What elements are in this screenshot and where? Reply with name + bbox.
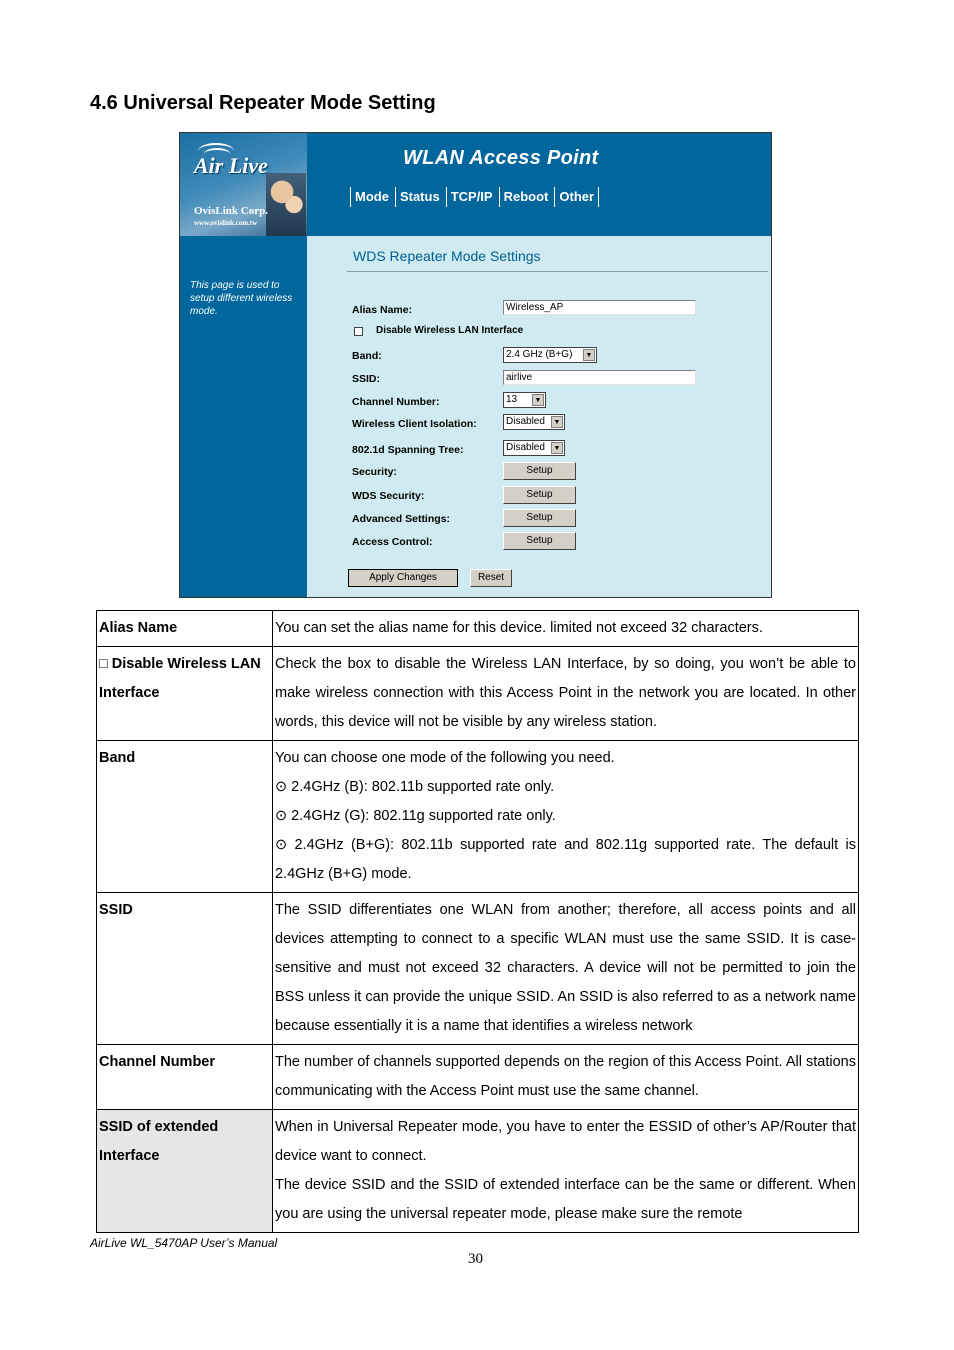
- sidebar-description: This page is used to setup different wir…: [190, 280, 293, 317]
- dropdown-arrow-icon: ▼: [532, 394, 544, 406]
- row-key: SSID of extended Interface: [96, 1109, 273, 1233]
- row-text: The device SSID and the SSID of extended…: [275, 1177, 856, 1222]
- security-setup-button[interactable]: Setup: [503, 462, 576, 480]
- row-text: The number of channels supported depends…: [275, 1054, 856, 1099]
- reset-button[interactable]: Reset: [470, 569, 512, 587]
- nav-status[interactable]: Status: [394, 187, 446, 207]
- row-key: Channel Number: [96, 1044, 273, 1110]
- ssid-label: SSID:: [352, 373, 381, 385]
- band-value: 2.4 GHz (B+G): [506, 349, 573, 360]
- dropdown-arrow-icon: ▼: [551, 442, 563, 454]
- table-row: SSID The SSID differentiates one WLAN fr…: [96, 892, 859, 1045]
- row-text: ⊙ 2.4GHz (B+G): 802.11b supported rate a…: [275, 837, 856, 882]
- section-heading: 4.6 Universal Repeater Mode Setting: [90, 92, 436, 114]
- nav-other[interactable]: Other: [554, 187, 600, 207]
- channel-number-select[interactable]: 13 ▼: [503, 392, 546, 408]
- table-row: SSID of extended Interface When in Unive…: [96, 1109, 859, 1233]
- row-text: Check the box to disable the Wireless LA…: [275, 656, 856, 730]
- row-key: □ Disable Wireless LAN Interface: [96, 646, 273, 741]
- channel-number-label: Channel Number:: [352, 396, 440, 408]
- dropdown-arrow-icon: ▼: [583, 349, 595, 361]
- logo-corp: OvisLink Corp.: [194, 205, 268, 217]
- airlive-logo: Air Live OvisLink Corp. www.ovislink.com…: [180, 133, 307, 236]
- row-text: When in Universal Repeater mode, you hav…: [275, 1119, 856, 1164]
- channel-value: 13: [506, 394, 518, 405]
- page-title: WDS Repeater Mode Settings: [353, 248, 541, 264]
- row-value: The number of channels supported depends…: [272, 1044, 859, 1110]
- access-control-label: Access Control:: [352, 536, 433, 548]
- app-title: WLAN Access Point: [403, 147, 599, 169]
- table-row: Alias Name You can set the alias name fo…: [96, 610, 859, 647]
- access-control-setup-button[interactable]: Setup: [503, 532, 576, 550]
- advanced-settings-label: Advanced Settings:: [352, 513, 451, 525]
- disable-wlan-label: Disable Wireless LAN Interface: [376, 325, 524, 336]
- row-value: You can choose one mode of the following…: [272, 740, 859, 893]
- nav-reboot[interactable]: Reboot: [498, 187, 555, 207]
- nav-tcpip[interactable]: TCP/IP: [445, 187, 499, 207]
- top-nav: Mode Status TCP/IP Reboot Other: [350, 187, 600, 207]
- row-key: SSID: [96, 892, 273, 1045]
- disable-wlan-checkbox[interactable]: [354, 327, 363, 336]
- page-number: 30: [468, 1251, 483, 1267]
- advanced-settings-setup-button[interactable]: Setup: [503, 509, 576, 527]
- band-label: Band:: [352, 350, 382, 362]
- wds-security-label: WDS Security:: [352, 490, 425, 502]
- client-isolation-select[interactable]: Disabled ▼: [503, 414, 565, 430]
- apply-changes-button[interactable]: Apply Changes: [348, 569, 458, 587]
- table-row: Channel Number The number of channels su…: [96, 1044, 859, 1110]
- logo-url: www.ovislink.com.tw: [194, 219, 258, 227]
- divider: [347, 271, 768, 272]
- security-label: Security:: [352, 466, 397, 478]
- row-text: ⊙ 2.4GHz (B): 802.11b supported rate onl…: [275, 779, 555, 795]
- router-header: Air Live OvisLink Corp. www.ovislink.com…: [180, 133, 771, 236]
- band-select[interactable]: 2.4 GHz (B+G) ▼: [503, 347, 597, 363]
- row-text: The SSID differentiates one WLAN from an…: [275, 902, 856, 1034]
- ssid-input[interactable]: airlive: [503, 370, 696, 385]
- logo-photo: [266, 173, 306, 236]
- nav-mode[interactable]: Mode: [350, 187, 395, 207]
- client-isolation-value: Disabled: [506, 416, 545, 427]
- alias-name-label: Alias Name:: [352, 304, 413, 316]
- dropdown-arrow-icon: ▼: [551, 416, 563, 428]
- row-value: The SSID differentiates one WLAN from an…: [272, 892, 859, 1045]
- row-value: When in Universal Repeater mode, you hav…: [272, 1109, 859, 1233]
- sidebar: This page is used to setup different wir…: [180, 236, 307, 597]
- row-value: You can set the alias name for this devi…: [272, 610, 859, 647]
- row-key: Alias Name: [96, 610, 273, 647]
- logo-brand: Air Live: [194, 153, 268, 178]
- settings-description-table: Alias Name You can set the alias name fo…: [96, 610, 859, 1233]
- row-text: You can set the alias name for this devi…: [275, 620, 763, 636]
- row-key: Band: [96, 740, 273, 893]
- alias-name-input[interactable]: Wireless_AP: [503, 300, 696, 315]
- row-value: Check the box to disable the Wireless LA…: [272, 646, 859, 741]
- row-text: You can choose one mode of the following…: [275, 750, 615, 766]
- table-row: □ Disable Wireless LAN Interface Check t…: [96, 646, 859, 741]
- spanning-tree-value: Disabled: [506, 442, 545, 453]
- settings-content: WDS Repeater Mode Settings Alias Name: W…: [307, 236, 771, 597]
- manual-footer: AirLive WL_5470AP User’s Manual: [90, 1236, 278, 1250]
- client-isolation-label: Wireless Client Isolation:: [352, 418, 477, 430]
- spanning-tree-label: 802.1d Spanning Tree:: [352, 444, 464, 456]
- row-key-text: □ Disable Wireless LAN Interface: [99, 656, 261, 701]
- spanning-tree-select[interactable]: Disabled ▼: [503, 440, 565, 456]
- wds-security-setup-button[interactable]: Setup: [503, 486, 576, 504]
- row-text: ⊙ 2.4GHz (G): 802.11g supported rate onl…: [275, 808, 556, 824]
- router-ui-screenshot: Air Live OvisLink Corp. www.ovislink.com…: [179, 132, 772, 598]
- table-row: Band You can choose one mode of the foll…: [96, 740, 859, 893]
